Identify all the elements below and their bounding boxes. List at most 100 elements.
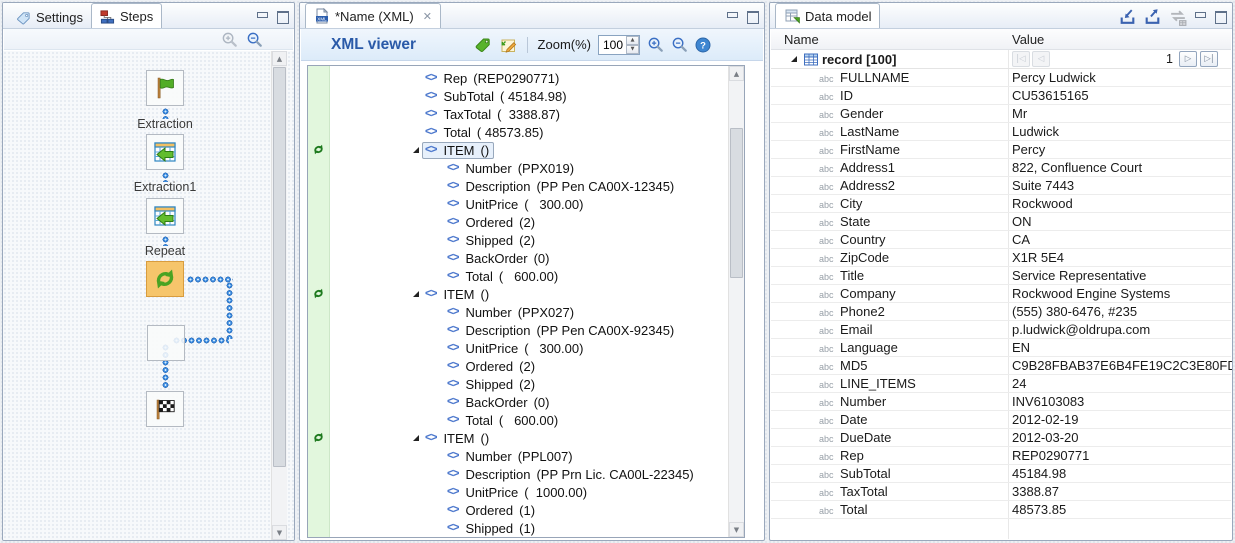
scroll-up-icon[interactable]: ▲ — [272, 51, 287, 66]
xml-node[interactable]: <> Number (PPX027) — [447, 305, 574, 320]
xml-node[interactable]: <> Description (PP Pen CA00X-92345) — [447, 323, 674, 338]
xml-tree-row[interactable]: <> Description (PP Pen CA00X-92345) — [308, 321, 728, 339]
data-model-row[interactable]: abc Total 48573.85 — [771, 501, 1231, 519]
xml-node[interactable]: <> BackOrder (0) — [447, 251, 549, 266]
maximize-icon[interactable] — [1214, 10, 1226, 22]
expand-triangle-icon[interactable] — [410, 432, 424, 445]
tab-settings[interactable]: Settings — [8, 6, 91, 28]
xml-node[interactable]: <> Ordered (1) — [447, 503, 535, 518]
xml-node[interactable]: <> Description (PP Pen CA00X-12345) — [447, 179, 674, 194]
xml-node[interactable]: <> ITEM () — [425, 287, 489, 302]
xml-node[interactable]: <> Shipped (1) — [447, 521, 535, 536]
xml-tree-row[interactable]: <> TaxTotal ( 3388.87) — [308, 105, 728, 123]
spin-down-icon[interactable]: ▼ — [626, 45, 639, 54]
scrollbar-thumb[interactable] — [730, 128, 743, 278]
xml-node[interactable]: <> UnitPrice ( 300.00) — [447, 197, 583, 212]
last-record-button[interactable]: ▷| — [1200, 51, 1218, 67]
data-model-row[interactable]: abc FULLNAME Percy Ludwick — [771, 69, 1231, 87]
tab-steps[interactable]: Steps — [91, 3, 162, 28]
data-model-row[interactable]: abc Address1 822, Confluence Court — [771, 159, 1231, 177]
xml-tree-row[interactable]: <> Shipped (2) — [308, 231, 728, 249]
xml-node[interactable]: <> TaxTotal ( 3388.87) — [425, 107, 560, 122]
xml-node[interactable]: <> ITEM () — [422, 142, 494, 159]
xml-tree-row[interactable]: <> ITEM () — [308, 285, 728, 303]
xml-node[interactable]: <> Number (PPL007) — [447, 449, 573, 464]
data-model-row[interactable]: abc ID CU53615165 — [771, 87, 1231, 105]
data-model-row[interactable]: abc SubTotal 45184.98 — [771, 465, 1231, 483]
xml-tree-row[interactable]: <> Number (PPX019) — [308, 159, 728, 177]
data-model-row[interactable]: abc Rep REP0290771 — [771, 447, 1231, 465]
data-model-row[interactable]: abc LastName Ludwick — [771, 123, 1231, 141]
spin-up-icon[interactable]: ▲ — [626, 36, 639, 45]
zoom-in-icon[interactable] — [221, 31, 238, 48]
data-model-row[interactable]: abc ZipCode X1R 5E4 — [771, 249, 1231, 267]
xml-tree-row[interactable]: <> Number (PPX027) — [308, 303, 728, 321]
xml-node[interactable]: <> Total ( 48573.85) — [425, 125, 543, 140]
data-model-row[interactable]: abc Number INV6103083 — [771, 393, 1231, 411]
xml-tree-row[interactable]: <> UnitPrice ( 1000.00) — [308, 483, 728, 501]
help-icon[interactable]: ? — [695, 37, 711, 53]
xml-node[interactable]: <> Total ( 600.00) — [447, 269, 558, 284]
data-model-row[interactable]: abc Title Service Representative — [771, 267, 1231, 285]
data-model-row[interactable]: abc Gender Mr — [771, 105, 1231, 123]
xml-tree-row[interactable]: <> Total ( 600.00) — [308, 267, 728, 285]
xml-tree-row[interactable]: <> Total ( 48573.85) — [308, 123, 728, 141]
xml-tree-row[interactable]: <> Rep (REP0290771) — [308, 69, 728, 87]
xml-tree-row[interactable]: <> ITEM () — [308, 429, 728, 447]
data-model-row[interactable]: abc City Rockwood — [771, 195, 1231, 213]
data-model-row[interactable]: abc Date 2012-02-19 — [771, 411, 1231, 429]
xml-node[interactable]: <> BackOrder (0) — [447, 395, 549, 410]
step-node-empty[interactable] — [147, 325, 185, 361]
scroll-down-icon[interactable]: ▼ — [272, 525, 287, 540]
data-model-row[interactable]: abc LINE_ITEMS 24 — [771, 375, 1231, 393]
step-node-extraction[interactable] — [146, 134, 184, 170]
maximize-icon[interactable] — [746, 10, 758, 22]
step-node-start[interactable] — [146, 70, 184, 106]
tab-data-model[interactable]: Data model — [775, 3, 880, 28]
scroll-up-icon[interactable]: ▲ — [729, 66, 744, 81]
step-node-extraction1[interactable] — [146, 198, 184, 234]
data-model-row[interactable]: abc Company Rockwood Engine Systems — [771, 285, 1231, 303]
data-model-row[interactable]: abc FirstName Percy — [771, 141, 1231, 159]
data-model-row[interactable]: abc Address2 Suite 7443 — [771, 177, 1231, 195]
xml-tree-row[interactable]: <> Shipped (1) — [308, 519, 728, 537]
minimize-icon[interactable] — [726, 10, 738, 22]
minimize-icon[interactable] — [1194, 10, 1206, 22]
xml-tree-row[interactable]: <> Number (PPL007) — [308, 447, 728, 465]
xml-node[interactable]: <> Shipped (2) — [447, 377, 535, 392]
xml-tree-row[interactable]: <> Ordered (1) — [308, 501, 728, 519]
xml-node[interactable]: <> Ordered (2) — [447, 215, 535, 230]
xml-tree-row[interactable]: <> UnitPrice ( 300.00) — [308, 339, 728, 357]
xml-tree-row[interactable]: <> Ordered (2) — [308, 357, 728, 375]
xml-node[interactable]: <> UnitPrice ( 1000.00) — [447, 485, 587, 500]
tag-icon[interactable] — [474, 36, 492, 54]
xml-node[interactable]: <> Number (PPX019) — [447, 161, 574, 176]
record-row[interactable]: record [100] |◁ ◁ 1 ▷ ▷| — [771, 50, 1231, 69]
xml-tree-row[interactable]: <> Description (PP Pen CA00X-12345) — [308, 177, 728, 195]
edit-icon[interactable] — [499, 36, 517, 54]
scrollbar-thumb[interactable] — [273, 67, 286, 467]
xml-node[interactable]: <> Shipped (2) — [447, 233, 535, 248]
next-record-button[interactable]: ▷ — [1179, 51, 1197, 67]
data-model-row[interactable]: abc MD5 C9B28FBAB37E6B4FE19C2C3E80FDEBDE — [771, 357, 1231, 375]
xml-node[interactable]: <> Description (PP Prn Lic. CA00L-22345) — [447, 467, 694, 482]
data-model-row[interactable]: abc Phone2 (555) 380-6476, #235 — [771, 303, 1231, 321]
xml-node[interactable]: <> UnitPrice ( 300.00) — [447, 341, 583, 356]
xml-tree-row[interactable]: <> Shipped (2) — [308, 375, 728, 393]
close-icon[interactable]: ✕ — [423, 10, 432, 23]
minimize-icon[interactable] — [256, 10, 268, 22]
data-model-row[interactable]: abc State ON — [771, 213, 1231, 231]
zoom-out-icon[interactable] — [246, 31, 263, 48]
import-data-icon[interactable] — [1118, 8, 1137, 27]
xml-tree-row[interactable]: <> Ordered (2) — [308, 213, 728, 231]
xml-scrollbar[interactable]: ▲ ▼ — [728, 66, 744, 537]
scroll-down-icon[interactable]: ▼ — [729, 522, 744, 537]
data-model-row[interactable]: abc DueDate 2012-03-20 — [771, 429, 1231, 447]
step-node-goal[interactable] — [146, 391, 184, 427]
xml-node[interactable]: <> Rep (REP0290771) — [425, 71, 559, 86]
maximize-icon[interactable] — [276, 10, 288, 22]
xml-tree-row[interactable]: <> SubTotal ( 45184.98) — [308, 87, 728, 105]
expand-triangle-icon[interactable] — [410, 288, 424, 301]
xml-tree-row[interactable]: <> ITEM () — [308, 141, 728, 159]
export-data-icon[interactable] — [1143, 8, 1162, 27]
